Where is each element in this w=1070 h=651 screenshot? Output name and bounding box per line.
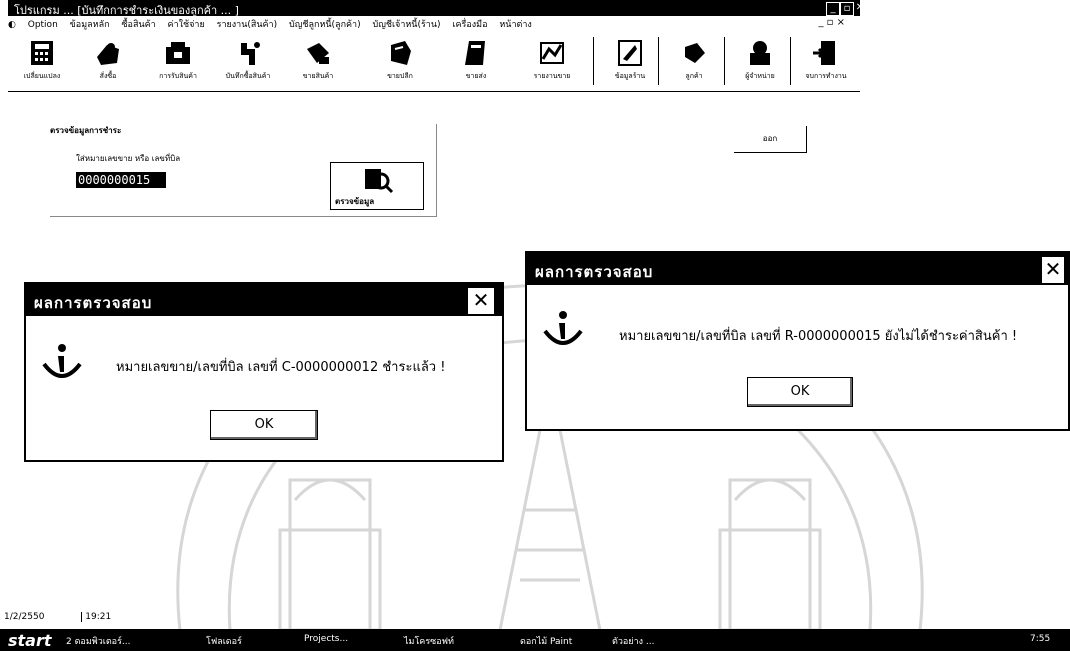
- maximize-button[interactable]: ▫: [840, 2, 854, 16]
- taskbar-clock: 7:55: [1030, 634, 1051, 644]
- status-time: 19:21: [81, 612, 112, 622]
- wholesale-icon: [461, 39, 491, 67]
- dialog-titlebar: ผลการตรวจสอบ: [26, 284, 502, 316]
- toolbar-label: ขายสินค้า: [302, 72, 334, 80]
- toolbar-label: บันทึกซื้อสินค้า: [225, 72, 271, 80]
- status-date: 1/2/2550: [4, 612, 45, 622]
- check-button[interactable]: ตรวจข้อมูล: [330, 162, 424, 210]
- bill-input-label: ใส่หมายเลขขาย หรือ เลขที่บิล: [76, 154, 181, 163]
- dialog-close-button[interactable]: ✕: [1040, 255, 1066, 285]
- menu-item-tools[interactable]: เครื่องมือ: [452, 20, 487, 30]
- toolbar-button-wholesale[interactable]: ขายส่ง: [444, 33, 508, 89]
- check-button-label: ตรวจข้อมูล: [335, 197, 375, 206]
- sale-icon: [303, 39, 333, 67]
- supplier-icon: [745, 39, 775, 67]
- order-icon: [93, 39, 123, 67]
- minimize-button[interactable]: _: [826, 2, 840, 16]
- toolbar-button-supplier[interactable]: ผู้จำหน่าย: [728, 33, 792, 89]
- taskbar-item[interactable]: ไมโครซอฟท์: [404, 634, 454, 648]
- result-dialog-unpaid: ผลการตรวจสอบ ✕ หมายเลขขาย/เลขที่บิล เลขท…: [525, 251, 1070, 431]
- panel-title: ตรวจข้อมูลการชำระ: [50, 126, 122, 135]
- toolbar-button-sale[interactable]: ขายสินค้า: [286, 33, 350, 89]
- toolbar-separator: [658, 37, 659, 85]
- payment-check-panel: ตรวจข้อมูลการชำระ ใส่หมายเลขขาย หรือ เลข…: [50, 124, 437, 217]
- result-dialog-paid: ผลการตรวจสอบ ✕ หมายเลขขาย/เลขที่บิล เลขท…: [24, 282, 504, 462]
- mdi-window-controls[interactable]: _ ▫ ×: [818, 17, 845, 28]
- bill-number-input[interactable]: 0000000015: [76, 172, 166, 188]
- receive-icon: [163, 39, 193, 67]
- taskbar-item[interactable]: ดอกไม้ Paint: [520, 634, 572, 648]
- toolbar-button-exit[interactable]: จบการทำงาน: [794, 33, 858, 89]
- toolbar-button-store[interactable]: ข้อมูลร้าน: [598, 33, 662, 89]
- toolbar-label: ข้อมูลร้าน: [614, 72, 646, 80]
- toolbar-label: จบการทำงาน: [805, 72, 847, 80]
- toolbar-button-retail[interactable]: ขายปลีก: [368, 33, 432, 89]
- toolbar-label: ขายปลีก: [387, 72, 413, 80]
- toolbar-label: เปลี่ยนแปลง: [23, 72, 61, 80]
- status-bar: 1/2/2550 19:21: [4, 612, 112, 622]
- info-icon: [543, 311, 583, 345]
- exit-button[interactable]: ออก: [734, 126, 807, 153]
- menu-item-report[interactable]: รายงาน(สินค้า): [217, 20, 278, 30]
- store-icon: [615, 39, 645, 67]
- toolbar-label: ลูกค้า: [685, 72, 703, 80]
- menu-bar: ◐ Option ข้อมูลหลัก ซื้อสินค้า ค่าใช้จ่า…: [8, 17, 860, 31]
- exit-icon: [811, 39, 841, 67]
- option-icon: ◐: [8, 20, 16, 30]
- dialog-message: หมายเลขขาย/เลขที่บิล เลขที่ R-0000000015…: [619, 329, 1018, 344]
- search-document-icon: [365, 169, 394, 194]
- toolbar-separator: [790, 37, 791, 85]
- dialog-message: หมายเลขขาย/เลขที่บิล เลขที่ C-0000000012…: [116, 360, 446, 375]
- ok-button[interactable]: OK: [747, 377, 853, 407]
- toolbar-button-order[interactable]: สั่งซื้อ: [76, 33, 140, 89]
- toolbar-label: การรับสินค้า: [159, 72, 197, 80]
- dialog-titlebar: ผลการตรวจสอบ: [527, 253, 1068, 285]
- start-button[interactable]: start: [8, 631, 52, 650]
- purchase-icon: [233, 39, 263, 67]
- toolbar-separator: [593, 37, 594, 85]
- ok-button[interactable]: OK: [210, 410, 318, 440]
- menu-item-payable[interactable]: บัญชีเจ้าหนี้(ร้าน): [372, 20, 440, 30]
- dialog-title: ผลการตรวจสอบ: [34, 294, 153, 312]
- window-titlebar: โปรแกรม ... [บันทึกการชำระเงินของลูกค้า …: [8, 0, 864, 17]
- retail-icon: [385, 39, 415, 67]
- customer-icon: [679, 39, 709, 67]
- menu-item-option[interactable]: Option: [28, 20, 58, 30]
- dialog-title: ผลการตรวจสอบ: [535, 263, 654, 281]
- toolbar-button-customer[interactable]: ลูกค้า: [662, 33, 726, 89]
- menu-item-master-data[interactable]: ข้อมูลหลัก: [70, 20, 110, 30]
- toolbar-button-calculator[interactable]: เปลี่ยนแปลง: [10, 33, 74, 89]
- toolbar-label: สั่งซื้อ: [99, 72, 117, 80]
- menu-item-window[interactable]: หน้าต่าง: [499, 20, 531, 30]
- toolbar-label: ขายส่ง: [465, 72, 487, 80]
- taskbar-item[interactable]: 2 ดอมพิวเตอร์...: [66, 634, 131, 648]
- menu-item-expense[interactable]: ค่าใช้จ่าย: [168, 20, 205, 30]
- close-button[interactable]: ✕: [854, 2, 866, 14]
- taskbar-item[interactable]: โฟลเดอร์: [206, 634, 242, 648]
- toolbar-label: ผู้จำหน่าย: [745, 72, 775, 80]
- toolbar-label: รายงานขาย: [533, 72, 571, 80]
- dialog-close-button[interactable]: ✕: [466, 286, 496, 316]
- info-icon: [42, 344, 82, 378]
- toolbar-button-receive[interactable]: การรับสินค้า: [146, 33, 210, 89]
- calculator-icon: [27, 39, 57, 67]
- menu-item-receivable[interactable]: บัญชีลูกหนี้(ลูกค้า): [289, 20, 361, 30]
- taskbar: start 2 ดอมพิวเตอร์... โฟลเดอร์ Projects…: [0, 629, 1070, 651]
- toolbar-separator: [724, 37, 725, 85]
- report-icon: [537, 39, 567, 67]
- taskbar-item[interactable]: ตัวอย่าง ...: [612, 634, 654, 648]
- main-toolbar: เปลี่ยนแปลง สั่งซื้อ การรับสินค้า บันทึก…: [8, 33, 860, 92]
- taskbar-item[interactable]: Projects...: [304, 634, 348, 644]
- toolbar-button-purchase[interactable]: บันทึกซื้อสินค้า: [216, 33, 280, 89]
- toolbar-button-report[interactable]: รายงานขาย: [520, 33, 584, 89]
- menu-item-purchase[interactable]: ซื้อสินค้า: [121, 20, 155, 30]
